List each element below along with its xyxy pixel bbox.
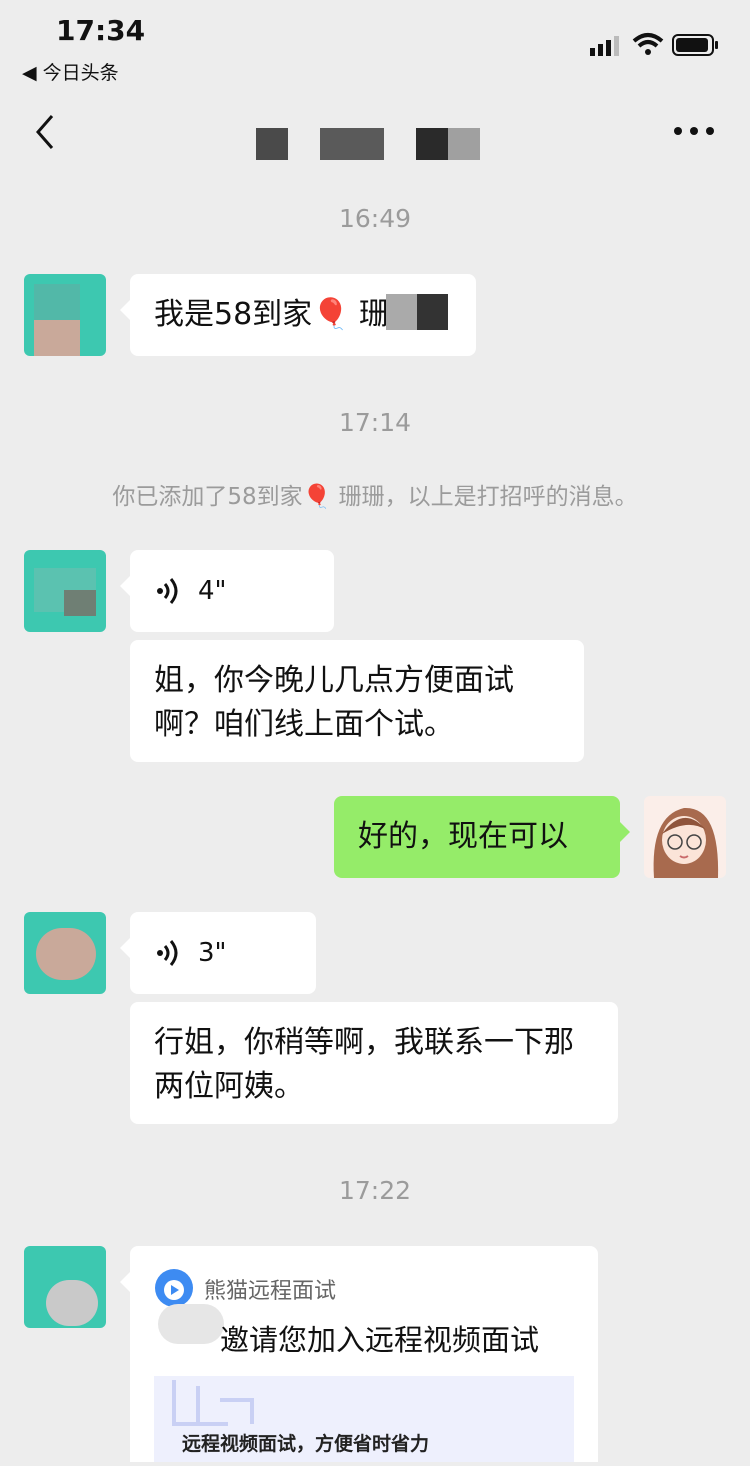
contact-avatar[interactable] <box>24 550 106 632</box>
card-banner: 远程视频面试，方便省时省力 <box>154 1376 574 1462</box>
timestamp: 17:14 <box>338 408 412 437</box>
timestamp: 16:49 <box>338 204 412 233</box>
message-text: 行姐，你稍等啊，我联系一下那两位阿姨。 <box>154 1025 574 1104</box>
voice-icon <box>157 578 178 604</box>
message-text: 姐，你今晚儿几点方便面试啊？咱们线上面个试。 <box>154 663 514 742</box>
message-bubble[interactable]: 我是58到家🎈 珊 <box>120 274 476 356</box>
card-title: 邀请您加入远程视频面试 <box>220 1323 540 1357</box>
back-triangle-icon: ◀ <box>22 62 37 84</box>
system-notice: 你已添加了58到家🎈 珊珊，以上是打招呼的消息。 <box>112 484 638 510</box>
more-icon[interactable] <box>672 116 716 146</box>
voice-message[interactable]: 3" <box>120 912 316 994</box>
voice-duration: 3" <box>198 938 227 968</box>
timestamp: 17:22 <box>338 1176 412 1205</box>
contact-avatar[interactable] <box>24 274 106 356</box>
message-bubble[interactable]: 姐，你今晚儿几点方便面试啊？咱们线上面个试。 <box>130 640 584 762</box>
voice-icon <box>157 940 178 966</box>
back-to-app-link[interactable]: ◀ 今日头条 <box>22 58 119 85</box>
signal-icon <box>590 36 619 56</box>
avatar-illustration <box>653 807 719 878</box>
wifi-icon <box>632 33 664 55</box>
voice-duration: 4" <box>198 576 227 606</box>
contact-avatar[interactable] <box>24 912 106 994</box>
my-avatar[interactable] <box>644 796 726 878</box>
back-arrow-icon[interactable] <box>26 110 70 154</box>
message-bubble[interactable]: 行姐，你稍等啊，我联系一下那两位阿姨。 <box>130 1002 618 1124</box>
message-text: 好的，现在可以 <box>358 819 568 854</box>
battery-icon <box>672 34 718 56</box>
card-app-name: 熊猫远程面试 <box>204 1279 337 1304</box>
card-banner-text: 远程视频面试，方便省时省力 <box>182 1433 430 1455</box>
status-time: 17:34 <box>56 14 146 47</box>
contact-avatar[interactable] <box>24 1246 106 1328</box>
mini-program-card[interactable]: 熊猫远程面试 邀请您加入远程视频面试 远程视频面试，方便省时省力 <box>120 1246 598 1462</box>
voice-message[interactable]: 4" <box>120 550 334 632</box>
my-message-bubble[interactable]: 好的，现在可以 <box>334 796 630 878</box>
panda-app-icon <box>155 1269 193 1307</box>
